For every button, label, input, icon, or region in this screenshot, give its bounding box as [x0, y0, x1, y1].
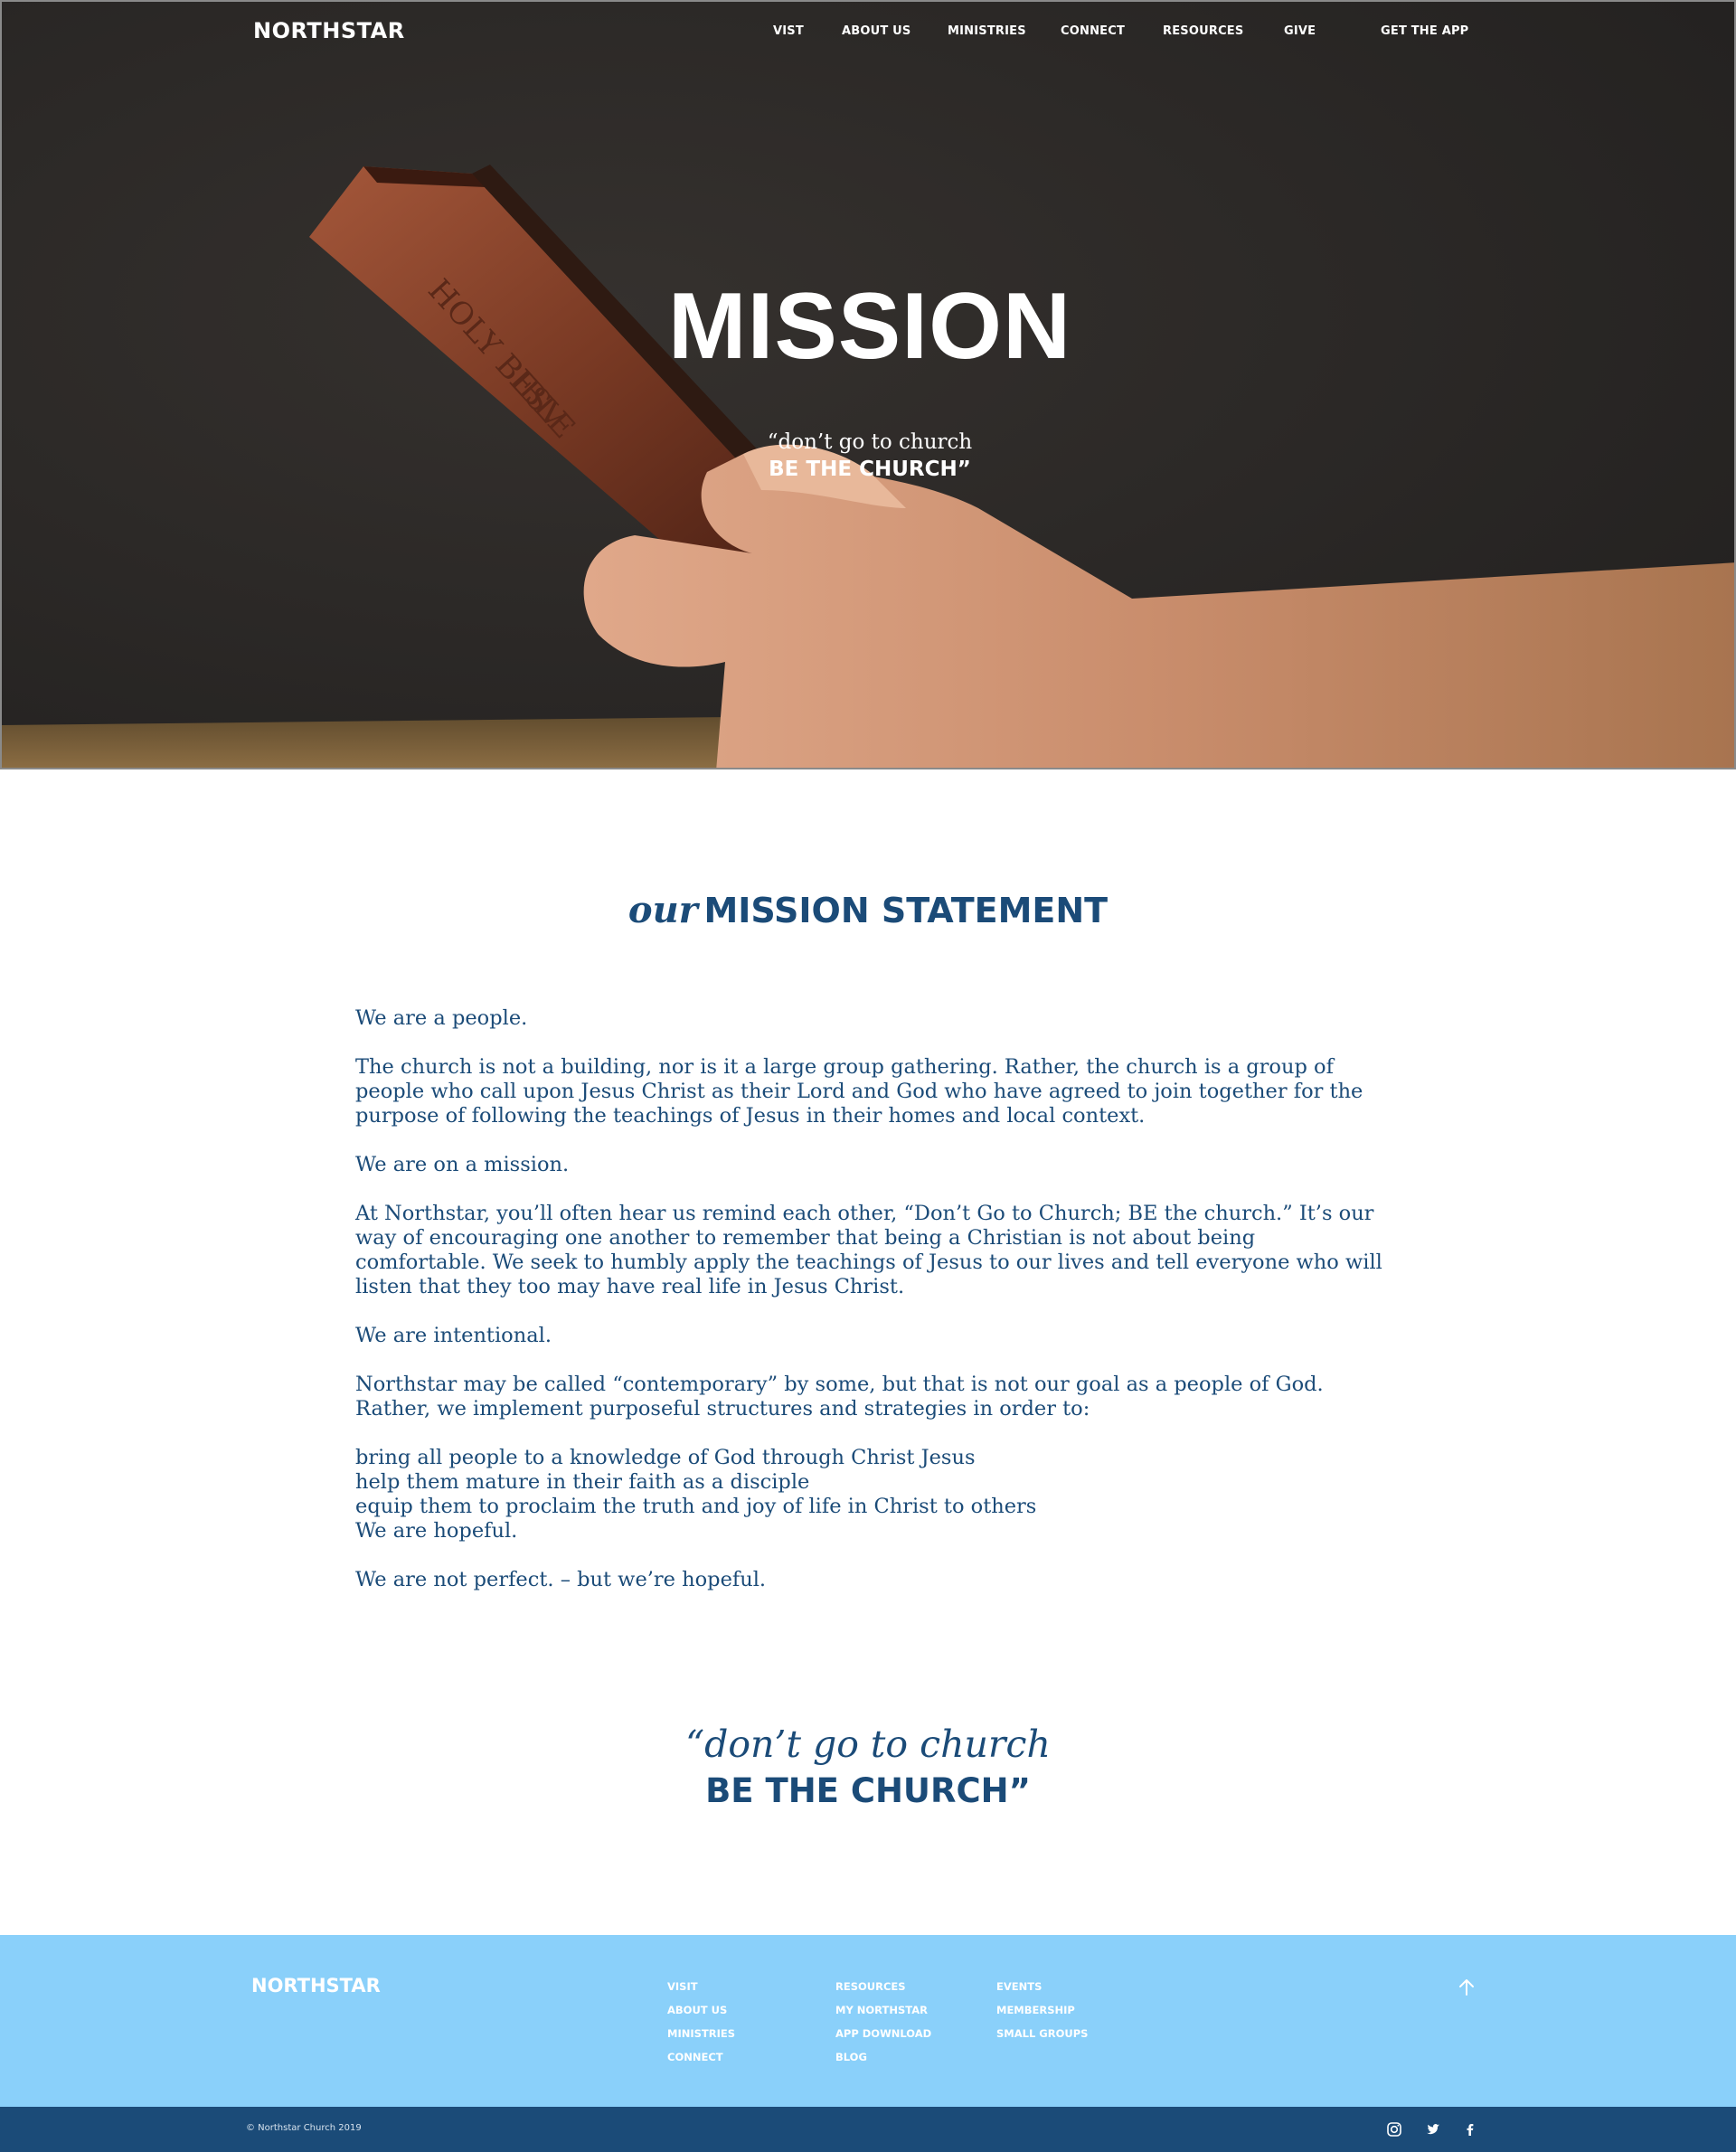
footer-link-visit[interactable]: VISIT	[667, 1975, 735, 1998]
bible-in-hand-photo: HOLY BIBLE ESV	[2, 2, 1734, 768]
mission-paragraph: We are intentional.	[355, 1324, 552, 1347]
hero-section: HOLY BIBLE ESV NORTHSTAR VIST ABOUT US M…	[0, 0, 1736, 769]
site-footer: NORTHSTAR VISIT ABOUT US MINISTRIES CONN…	[0, 1935, 1736, 2107]
hero-quote-line-2: BE THE CHURCH”	[769, 458, 971, 481]
nav-link-about-us[interactable]: ABOUT US	[842, 24, 911, 38]
footer-link-app-download[interactable]: APP DOWNLOAD	[835, 2022, 931, 2045]
nav-link-ministries[interactable]: MINISTRIES	[948, 24, 1026, 38]
hero-quote-line-1: “don’t go to church	[767, 430, 973, 454]
facebook-icon[interactable]	[1459, 2119, 1481, 2140]
mission-body: We are a people. The church is not a bui…	[355, 1006, 1386, 1617]
footer-link-events[interactable]: EVENTS	[996, 1975, 1088, 1998]
site-logo[interactable]: NORTHSTAR	[253, 18, 405, 43]
get-the-app-button[interactable]: GET THE APP	[1381, 24, 1468, 38]
footer-bottom-bar: © Northstar Church 2019	[0, 2107, 1736, 2152]
twitter-icon[interactable]	[1422, 2119, 1444, 2140]
mission-heading: our MISSION STATEMENT	[0, 889, 1736, 931]
mission-list-item: bring all people to a knowledge of God t…	[355, 1446, 976, 1469]
mission-paragraph: The church is not a building, nor is it …	[355, 1055, 1363, 1128]
instagram-icon[interactable]	[1383, 2119, 1405, 2140]
copyright-text: © Northstar Church 2019	[246, 2123, 362, 2133]
mission-list-item: help them mature in their faith as a dis…	[355, 1470, 810, 1494]
nav-link-visit[interactable]: VIST	[773, 24, 804, 38]
footer-link-blog[interactable]: BLOG	[835, 2045, 931, 2069]
footer-link-ministries[interactable]: MINISTRIES	[667, 2022, 735, 2045]
mission-paragraph: Northstar may be called “contemporary” b…	[355, 1373, 1324, 1421]
closing-quote-line-2: BE THE CHURCH”	[705, 1771, 1031, 1810]
mission-heading-italic: our	[627, 889, 698, 931]
mission-paragraph: We are on a mission.	[355, 1153, 570, 1176]
footer-column-1: VISIT ABOUT US MINISTRIES CONNECT	[667, 1975, 735, 2069]
mission-list-item: We are hopeful.	[355, 1519, 518, 1543]
footer-link-about-us[interactable]: ABOUT US	[667, 1998, 735, 2022]
back-to-top-arrow-icon[interactable]	[1456, 1977, 1477, 1998]
mission-list-item: equip them to proclaim the truth and joy…	[355, 1495, 1037, 1518]
footer-column-2: RESOURCES MY NORTHSTAR APP DOWNLOAD BLOG	[835, 1975, 931, 2069]
footer-link-resources[interactable]: RESOURCES	[835, 1975, 931, 1998]
footer-column-3: EVENTS MEMBERSHIP SMALL GROUPS	[996, 1975, 1088, 2045]
nav-link-give[interactable]: GIVE	[1284, 24, 1316, 38]
mission-heading-bold: MISSION STATEMENT	[703, 891, 1109, 930]
footer-link-membership[interactable]: MEMBERSHIP	[996, 1998, 1088, 2022]
top-navigation: NORTHSTAR VIST ABOUT US MINISTRIES CONNE…	[2, 2, 1734, 63]
footer-link-my-northstar[interactable]: MY NORTHSTAR	[835, 1998, 931, 2022]
closing-quote-line-1: “don’t go to church	[685, 1723, 1051, 1766]
mission-paragraph: We are a people.	[355, 1006, 528, 1030]
footer-link-small-groups[interactable]: SMALL GROUPS	[996, 2022, 1088, 2045]
nav-link-resources[interactable]: RESOURCES	[1163, 24, 1243, 38]
hero-title: MISSION	[667, 274, 1072, 379]
footer-logo[interactable]: NORTHSTAR	[251, 1975, 381, 1996]
mission-paragraph: At Northstar, you’ll often hear us remin…	[355, 1202, 1382, 1298]
nav-link-connect[interactable]: CONNECT	[1061, 24, 1125, 38]
mission-closing: We are not perfect. – but we’re hopeful.	[355, 1568, 767, 1591]
footer-link-connect[interactable]: CONNECT	[667, 2045, 735, 2069]
